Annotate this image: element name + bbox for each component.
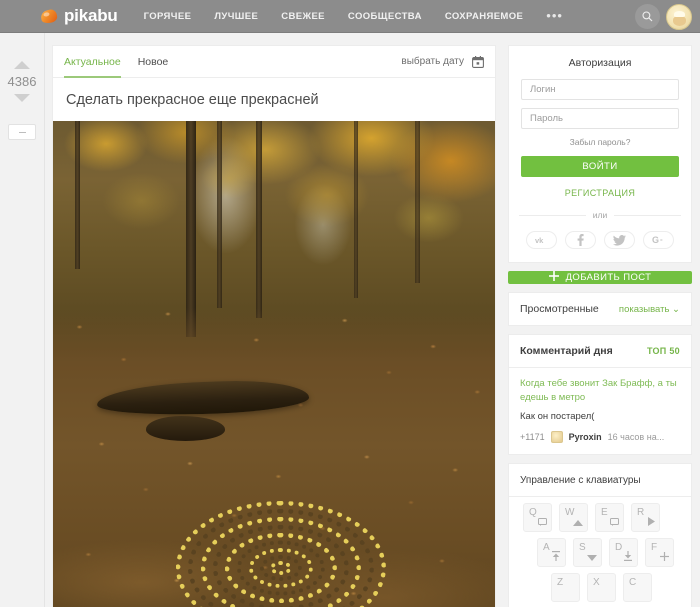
site-header: pikabu ГОРЯЧЕЕ ЛУЧШЕЕ СВЕЖЕЕ СООБЩЕСТВА … [0,0,700,33]
comment-icon [610,518,619,529]
password-input[interactable] [521,108,679,129]
leaf-spiral [166,493,396,607]
comment-time: 16 часов на... [608,432,665,442]
arrow-down-icon [587,553,597,564]
key-c[interactable]: C [623,573,652,602]
calendar-icon [472,56,484,68]
main-content: Актуальное Новое выбрать дату Сделать пр… [45,33,508,607]
google-icon[interactable]: G- [643,231,674,249]
key-w[interactable]: W [559,503,588,532]
or-separator: или [509,210,691,220]
tab-novoe[interactable]: Новое [138,46,169,78]
keyboard-title: Управление с клавиатуры [509,464,691,496]
viewed-toggle[interactable]: показывать ⌄ [619,304,680,315]
forgot-password-link[interactable]: Забыл пароль? [509,137,691,147]
key-q[interactable]: Q [523,503,552,532]
play-icon [648,517,655,529]
comment-rating: +1171 [520,432,545,442]
key-d[interactable]: D [609,538,638,567]
sidebar: Авторизация Забыл пароль? ВОЙТИ РЕГИСТРА… [508,33,700,607]
key-a[interactable]: A [537,538,566,567]
vk-icon[interactable]: vk [526,231,557,249]
nav-item-saved[interactable]: СОХРАНЯЕМОЕ [445,11,523,22]
vote-up-icon[interactable] [14,61,30,69]
key-e[interactable]: E [595,503,624,532]
auth-title: Авторизация [509,46,691,79]
auth-panel: Авторизация Забыл пароль? ВОЙТИ РЕГИСТРА… [508,45,692,263]
logo[interactable]: pikabu [41,6,118,26]
pikabu-bean-icon [41,8,58,25]
keyboard-panel: Управление с клавиатуры Q W [508,463,692,607]
viewed-toggle-label: показывать [619,304,669,315]
login-input[interactable] [521,79,679,100]
plus-icon [660,552,669,564]
user-avatar[interactable] [666,4,692,30]
main-nav: ГОРЯЧЕЕ ЛУЧШЕЕ СВЕЖЕЕ СООБЩЕСТВА СОХРАНЯ… [144,11,563,22]
comment-icon [538,518,547,529]
arrow-up-icon [573,518,583,529]
tab-aktualnoe[interactable]: Актуальное [64,46,121,78]
viewed-panel: Просмотренные показывать ⌄ [508,292,692,326]
page-body: 4386 Актуальное Новое выбрать дату Сдела… [0,33,700,607]
to-top-icon [551,551,561,564]
vote-count: 4386 [8,74,37,89]
chevron-down-icon: ⌄ [672,304,680,315]
nav-item-hot[interactable]: ГОРЯЧЕЕ [144,11,192,22]
date-picker[interactable]: выбрать дату [401,56,484,68]
twitter-icon[interactable] [604,231,635,249]
header-actions [635,0,692,33]
vote-down-icon[interactable] [14,94,30,102]
search-icon[interactable] [635,4,660,29]
facebook-icon[interactable] [565,231,596,249]
comment-post-link[interactable]: Когда тебе звонит Зак Брафф, а ты едешь … [520,377,680,405]
social-login-row: vk G- [509,220,691,262]
keyboard-keys: Q W E [509,497,691,602]
or-label: или [593,210,607,220]
login-button[interactable]: ВОЙТИ [521,156,679,177]
add-post-label: ДОБАВИТЬ ПОСТ [566,272,652,283]
comment-author[interactable]: Pyroxin [569,432,602,442]
to-bottom-icon [623,551,633,564]
feed-tabs: Актуальное Новое выбрать дату [53,46,495,78]
key-r[interactable]: R [631,503,660,532]
nav-item-fresh[interactable]: СВЕЖЕЕ [281,11,325,22]
plus-icon [549,271,559,284]
post-image[interactable] [53,121,495,607]
date-picker-label: выбрать дату [401,56,464,67]
comment-text: Как он постарел( [520,411,680,422]
nav-item-communities[interactable]: СООБЩЕСТВА [348,11,422,22]
key-s[interactable]: S [573,538,602,567]
post-vote-rail: 4386 [0,33,45,607]
key-x[interactable]: X [587,573,616,602]
comment-author-avatar[interactable] [551,431,563,443]
svg-text:-: - [660,235,663,244]
svg-text:G: G [652,235,659,245]
key-z[interactable]: Z [551,573,580,602]
svg-text:vk: vk [535,236,544,245]
viewed-label: Просмотренные [520,303,599,315]
key-f[interactable]: F [645,538,674,567]
add-post-button[interactable]: ДОБАВИТЬ ПОСТ [508,271,692,284]
logo-text: pikabu [64,6,118,26]
register-link[interactable]: РЕГИСТРАЦИЯ [509,188,691,198]
comment-of-day-body: Когда тебе звонит Зак Брафф, а ты едешь … [509,368,691,454]
nav-item-best[interactable]: ЛУЧШЕЕ [214,11,258,22]
post-card: Актуальное Новое выбрать дату Сделать пр… [52,45,496,607]
post-title[interactable]: Сделать прекрасное еще прекрасней [53,78,495,121]
nav-more-icon[interactable]: ••• [546,13,563,19]
top-50-link[interactable]: ТОП 50 [647,346,680,356]
collapse-post-button[interactable] [8,124,36,140]
comment-meta: +1171 Pyroxin 16 часов на... [520,431,680,443]
comment-of-day-panel: Комментарий дня ТОП 50 Когда тебе звонит… [508,334,692,455]
comment-of-day-title: Комментарий дня [520,345,613,357]
